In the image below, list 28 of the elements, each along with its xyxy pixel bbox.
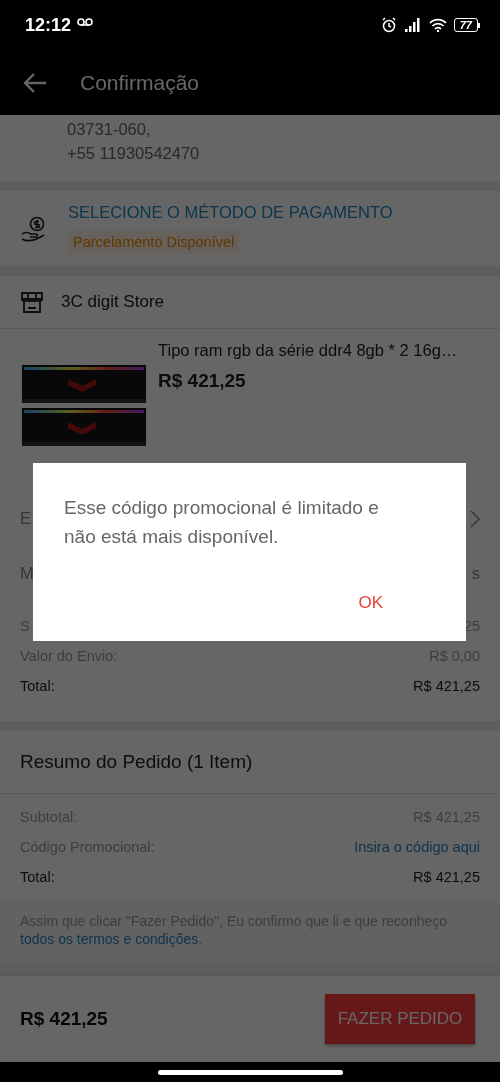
wifi-icon — [428, 18, 447, 32]
row-value: R$ 421,25 — [413, 678, 480, 694]
section-title: Resumo do Pedido (1 Item) — [0, 731, 500, 794]
product-title: Tipo ram rgb da série ddr4 8gb * 2 16g… — [158, 341, 458, 360]
ok-button[interactable]: OK — [348, 589, 393, 617]
product-price: R$ 421,25 — [158, 370, 247, 392]
place-order-button[interactable]: FAZER PEDIDO — [325, 994, 475, 1044]
signal-icon — [403, 18, 422, 32]
voicemail-icon — [77, 17, 94, 27]
address-line: +55 11930542470 — [67, 143, 201, 164]
back-button[interactable] — [22, 71, 48, 94]
address-line: 03731-060, — [67, 119, 152, 140]
battery-icon: 77 — [453, 18, 480, 32]
clock-time: 12:12 — [25, 14, 72, 36]
home-indicator[interactable] — [157, 1069, 343, 1075]
dialog-message: Esse código promocional é limitado e não está mais disponível. — [64, 496, 380, 549]
page-title: Confirmação — [80, 70, 200, 95]
store-name: 3C digit Store — [61, 292, 164, 312]
row-value: R$ 421,25 — [413, 869, 480, 885]
alarm-icon — [380, 17, 397, 33]
chevron-right-icon — [470, 509, 480, 528]
installment-badge: Parcelamento Disponível — [68, 230, 240, 254]
order-total: R$ 421,25 — [20, 1008, 108, 1030]
row-label: Total: — [20, 678, 55, 694]
promo-code-link[interactable]: Insira o código aqui — [354, 839, 480, 855]
store-icon — [20, 290, 44, 314]
payment-method-link[interactable]: SELECIONE O MÉTODO DE PAGAMENTO — [68, 203, 393, 222]
row-label: Total: — [20, 869, 55, 885]
